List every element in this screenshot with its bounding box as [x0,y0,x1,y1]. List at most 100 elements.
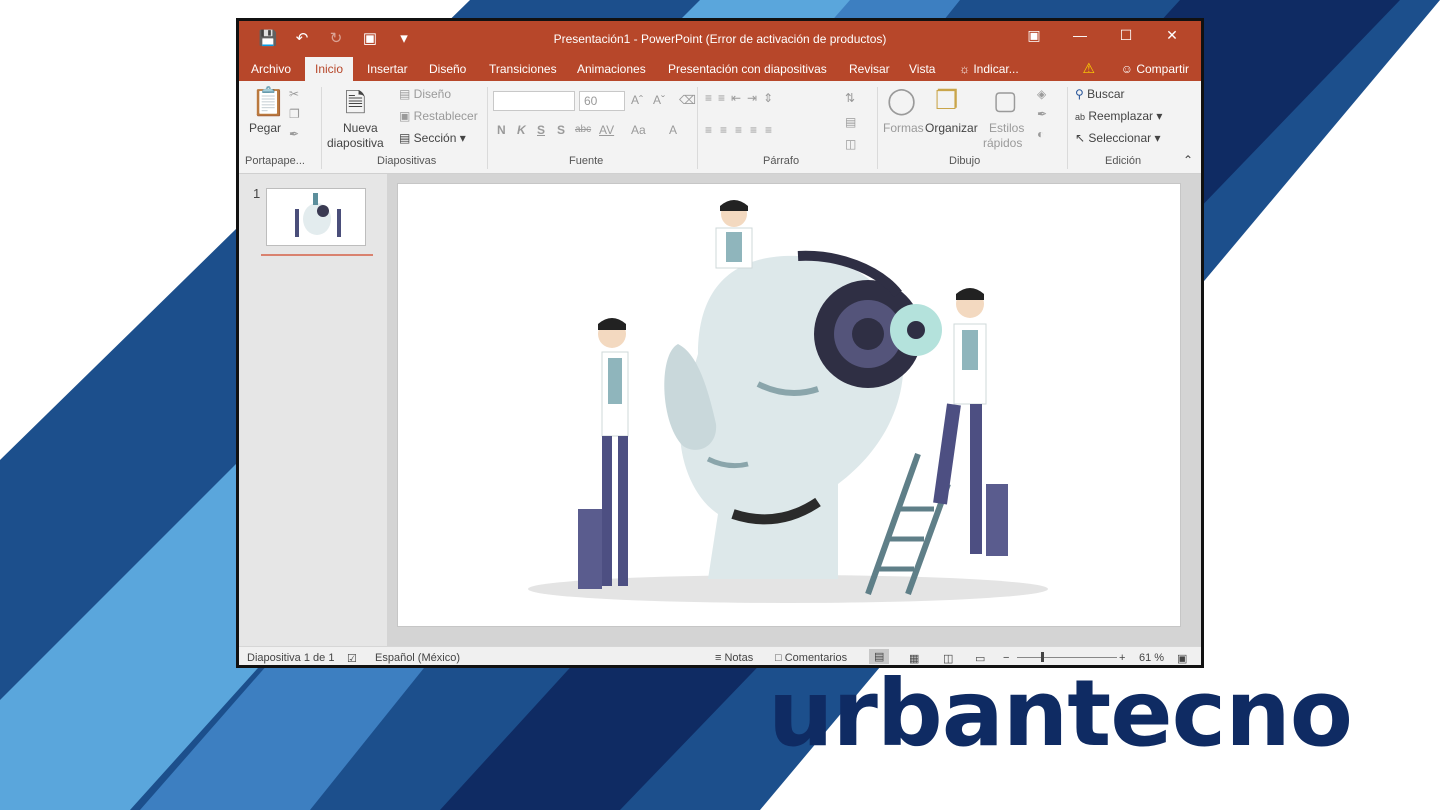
new-slide-label-1[interactable]: Nueva [343,121,378,135]
tab-inicio[interactable]: Inicio [305,57,354,81]
shapes-icon[interactable]: ◯ [887,85,916,116]
divider [1067,87,1068,169]
select-button[interactable]: ↖ Seleccionar ▾ [1075,131,1160,145]
search-icon: ⚲ [1075,87,1084,101]
clear-format-icon[interactable]: ⌫ [679,93,696,107]
thumbnail-illustration [295,193,341,237]
reset-button[interactable]: ▣ Restablecer [399,109,478,123]
new-slide-label-2[interactable]: diapositiva [327,136,384,150]
format-painter-icon[interactable]: ✒ [289,127,299,141]
arrange-icon[interactable]: ❐ [935,85,958,116]
shape-effects-icon[interactable]: ◐ [1037,127,1044,141]
list-controls[interactable]: ≡≡⇤⇥⇕ [705,91,779,105]
ribbon-display-icon[interactable]: ▣ [1011,27,1057,44]
replace-button[interactable]: ab Reemplazar ▾ [1075,109,1162,123]
strikethrough-button[interactable]: abc [575,124,591,135]
group-label-fuente: Fuente [569,155,604,167]
tab-animaciones[interactable]: Animaciones [577,62,646,76]
quick-styles-label-2[interactable]: rápidos [983,136,1022,150]
zoom-out-button[interactable]: − [1003,652,1009,664]
slide-sorter-icon[interactable]: ▦ [909,652,919,665]
zoom-level[interactable]: 61 % [1139,652,1164,664]
ribbon: 📋 Pegar ✂ ❐ ✒ Portapape... 🗎 Nueva diapo… [239,81,1201,174]
replace-icon: ab [1075,112,1086,122]
slide-counter: Diapositiva 1 de 1 [247,652,335,664]
reading-view-icon[interactable]: ◫ [943,652,953,665]
divider [487,87,488,169]
cursor-icon: ↖ [1075,131,1086,145]
italic-button[interactable]: K [517,123,526,137]
maximize-button[interactable]: ☐ [1103,27,1149,44]
normal-view-icon[interactable]: ▤ [869,649,890,664]
char-spacing-button[interactable]: AV [599,123,614,137]
slide-thumbnail[interactable] [266,188,366,246]
find-button[interactable]: ⚲ Buscar [1075,87,1125,101]
language-indicator[interactable]: Español (México) [375,652,460,664]
copy-icon[interactable]: ❐ [289,107,300,121]
slide-number: 1 [253,186,261,201]
lightbulb-icon: ☼ [959,62,970,76]
tab-vista[interactable]: Vista [909,62,935,76]
quick-styles-label-1[interactable]: Estilos [989,121,1024,135]
align-text-icon[interactable]: ▤ [845,115,856,129]
collapse-ribbon-icon[interactable]: ⌃ [1183,153,1193,167]
layout-button[interactable]: ▤ Diseño [399,87,451,101]
shape-fill-icon[interactable]: ◈ [1037,87,1046,101]
text-direction-icon[interactable]: ⇅ [845,91,855,105]
find-label: Buscar [1087,87,1125,101]
change-case-button[interactable]: Aa [631,123,646,137]
cut-icon[interactable]: ✂ [289,87,299,101]
divider [321,87,322,169]
tab-archivo[interactable]: Archivo [251,62,291,76]
share-button[interactable]: ☺ Compartir [1121,62,1189,76]
tab-diseno[interactable]: Diseño [429,62,466,76]
tab-presentacion[interactable]: Presentación con diapositivas [668,62,827,76]
slide-canvas[interactable] [397,183,1181,627]
section-button[interactable]: ▤ Sección ▾ [399,131,466,145]
shadow-button[interactable]: S [557,123,565,137]
fit-slide-icon[interactable]: ▣ [1177,652,1187,665]
bold-button[interactable]: N [497,123,506,137]
zoom-slider-track[interactable] [1017,657,1117,658]
quick-styles-icon[interactable]: ▢ [993,85,1018,116]
slideshow-icon[interactable]: ▭ [975,652,985,665]
notes-button[interactable]: ≡ Notas [715,652,753,664]
share-label: Compartir [1136,62,1189,76]
group-label-portapapeles: Portapape... [245,155,305,167]
font-color-button[interactable]: A [669,123,677,137]
comments-label: Comentarios [784,652,848,664]
arrange-button[interactable]: Organizar [925,121,978,135]
divider [877,87,878,169]
font-size-value: 60 [584,94,598,108]
grow-font-icon[interactable]: Aˆ [631,93,643,107]
zoom-slider-thumb[interactable] [1041,652,1044,662]
shape-outline-icon[interactable]: ✒ [1037,107,1047,121]
warning-icon[interactable]: ⚠ [1082,60,1095,77]
slide-thumbnail-pane: 1 [239,174,387,646]
close-button[interactable]: ✕ [1149,27,1195,44]
paste-icon[interactable]: 📋 [251,85,286,118]
brand-logo: urbantecno [768,660,1353,767]
spellcheck-icon[interactable]: ☑ [347,652,357,665]
shrink-font-icon[interactable]: Aˇ [653,93,665,107]
minimize-button[interactable]: — [1057,27,1103,44]
comments-button[interactable]: □ Comentarios [775,652,847,664]
insertion-marker [261,254,373,256]
font-name-input[interactable] [493,91,575,111]
layout-label: Diseño [413,87,452,101]
tab-revisar[interactable]: Revisar [849,62,890,76]
tab-indicar[interactable]: ☼ Indicar... [959,62,1019,76]
ribbon-tabs: Archivo Inicio Insertar Diseño Transicio… [239,57,1201,81]
tab-transiciones[interactable]: Transiciones [489,62,557,76]
status-bar: Diapositiva 1 de 1 ☑ Español (México) ≡ … [239,646,1201,665]
alignment-controls[interactable]: ≡≡≡≡≡ [705,123,780,137]
underline-button[interactable]: S [537,123,545,137]
zoom-in-button[interactable]: + [1119,652,1125,664]
window-controls: ▣ — ☐ ✕ [1011,27,1195,44]
shapes-button[interactable]: Formas [883,121,924,135]
font-size-input[interactable]: 60 [579,91,625,111]
paste-button[interactable]: Pegar [249,121,281,135]
smartart-icon[interactable]: ◫ [845,137,856,151]
notes-icon: ≡ [715,652,722,664]
tab-insertar[interactable]: Insertar [367,62,408,76]
